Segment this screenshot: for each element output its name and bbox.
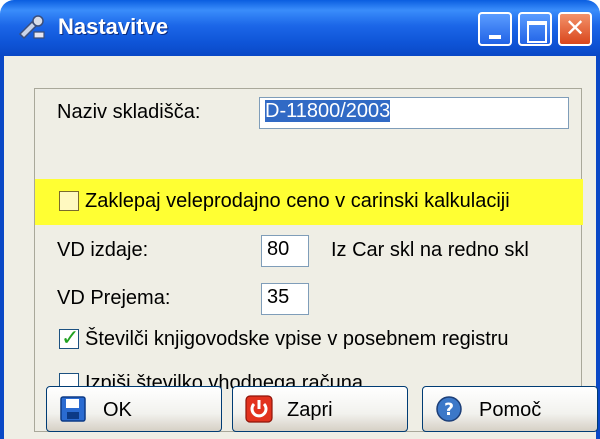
settings-dialog: Nastavitve ✕ Naziv skladišča: D-11800/20…	[0, 0, 600, 439]
maximize-button[interactable]	[518, 12, 552, 46]
svg-text:?: ?	[444, 400, 454, 420]
minimize-button[interactable]	[478, 12, 512, 46]
number-entries-label[interactable]: Številči knjigovodske vpise v posebnem r…	[85, 328, 509, 351]
vd-receipt-label: VD Prejema:	[57, 287, 171, 309]
close-window-button[interactable]: ✕	[558, 12, 592, 46]
warehouse-name-input[interactable]: D-11800/2003	[259, 97, 569, 129]
window-title: Nastavitve	[58, 14, 169, 39]
power-icon	[245, 395, 273, 423]
ok-button[interactable]: OK	[46, 386, 222, 432]
vd-issue-value: 80	[267, 238, 290, 260]
vd-issue-input[interactable]: 80	[261, 235, 309, 267]
title-bar[interactable]: Nastavitve ✕	[0, 0, 600, 56]
help-icon: ?	[436, 396, 462, 422]
save-disk-icon	[60, 396, 86, 422]
settings-panel: Naziv skladišča: D-11800/2003 Zaklepaj v…	[34, 88, 583, 432]
close-button[interactable]: Zapri	[232, 386, 408, 432]
dialog-body: Naziv skladišča: D-11800/2003 Zaklepaj v…	[0, 56, 600, 439]
close-icon: ✕	[564, 15, 586, 42]
lock-price-label[interactable]: Zaklepaj veleprodajno ceno v carinski ka…	[85, 190, 510, 213]
number-entries-checkbox[interactable]: ✓	[59, 325, 79, 350]
help-button[interactable]: ? Pomoč	[422, 386, 598, 432]
vd-receipt-value: 35	[267, 286, 290, 308]
vd-receipt-input[interactable]: 35	[261, 283, 309, 315]
close-button-label: Zapri	[287, 399, 333, 421]
vd-issue-label: VD izdaje:	[57, 239, 149, 261]
warehouse-name-label: Naziv skladišča:	[57, 101, 201, 123]
checkmark-icon: ✓	[61, 325, 80, 350]
settings-wrench-icon	[18, 15, 45, 40]
warehouse-name-value: D-11800/2003	[265, 100, 391, 122]
lock-price-checkbox[interactable]	[59, 191, 79, 211]
ok-button-label: OK	[103, 399, 132, 421]
help-button-label: Pomoč	[479, 399, 542, 421]
vd-issue-note: Iz Car skl na redno skl	[331, 239, 529, 261]
